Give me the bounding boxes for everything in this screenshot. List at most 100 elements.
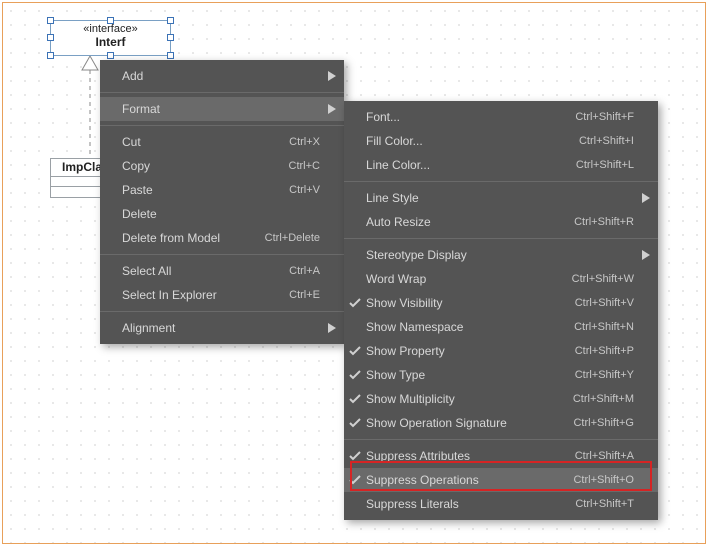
menu-item-add[interactable]: Add — [100, 64, 344, 88]
menu-label: Select All — [122, 264, 275, 278]
menu-hotkey: Ctrl+Shift+W — [558, 273, 634, 285]
submenu-arrow-icon — [634, 250, 650, 260]
menu-label: Suppress Literals — [366, 497, 561, 511]
menu-separator — [100, 311, 344, 312]
menu-item-show-property[interactable]: Show Property Ctrl+Shift+P — [344, 339, 658, 363]
resize-handle-tl[interactable] — [47, 17, 54, 24]
menu-hotkey: Ctrl+Shift+P — [561, 345, 634, 357]
menu-label: Word Wrap — [366, 272, 558, 286]
menu-item-font[interactable]: Font... Ctrl+Shift+F — [344, 105, 658, 129]
menu-label: Delete — [122, 207, 306, 221]
menu-hotkey: Ctrl+Shift+T — [561, 498, 634, 510]
menu-label: Stereotype Display — [366, 248, 620, 262]
menu-hotkey: Ctrl+Shift+I — [565, 135, 634, 147]
resize-handle-ml[interactable] — [47, 34, 54, 41]
resize-handle-br[interactable] — [167, 52, 174, 59]
menu-separator — [344, 238, 658, 239]
menu-label: Copy — [122, 159, 275, 173]
uml-interface-name: Interf — [55, 35, 166, 49]
menu-label: Show Visibility — [366, 296, 561, 310]
menu-item-show-namespace[interactable]: Show Namespace Ctrl+Shift+N — [344, 315, 658, 339]
menu-item-suppress-attributes[interactable]: Suppress Attributes Ctrl+Shift+A — [344, 444, 658, 468]
menu-item-line-style[interactable]: Line Style — [344, 186, 658, 210]
menu-label: Alignment — [122, 321, 306, 335]
menu-item-line-color[interactable]: Line Color... Ctrl+Shift+L — [344, 153, 658, 177]
uml-interface-element[interactable]: «interface» Interf — [50, 20, 171, 56]
menu-label: Line Style — [366, 191, 620, 205]
menu-label: Delete from Model — [122, 231, 251, 245]
menu-label: Font... — [366, 110, 561, 124]
menu-item-suppress-literals[interactable]: Suppress Literals Ctrl+Shift+T — [344, 492, 658, 516]
menu-label: Show Type — [366, 368, 561, 382]
menu-hotkey: Ctrl+Shift+O — [559, 474, 634, 486]
menu-label: Cut — [122, 135, 275, 149]
resize-handle-bl[interactable] — [47, 52, 54, 59]
menu-separator — [344, 439, 658, 440]
menu-hotkey: Ctrl+Shift+Y — [561, 369, 634, 381]
submenu-arrow-icon — [320, 71, 336, 81]
check-icon — [344, 394, 366, 404]
resize-handle-tm[interactable] — [107, 17, 114, 24]
menu-label: Format — [122, 102, 306, 116]
menu-item-format[interactable]: Format — [100, 97, 344, 121]
submenu-arrow-icon — [634, 193, 650, 203]
menu-item-show-visibility[interactable]: Show Visibility Ctrl+Shift+V — [344, 291, 658, 315]
menu-item-select-in-explorer[interactable]: Select In Explorer Ctrl+E — [100, 283, 344, 307]
menu-hotkey: Ctrl+Shift+G — [559, 417, 634, 429]
resize-handle-bm[interactable] — [107, 52, 114, 59]
menu-item-stereotype-display[interactable]: Stereotype Display — [344, 243, 658, 267]
menu-item-cut[interactable]: Cut Ctrl+X — [100, 130, 344, 154]
submenu-arrow-icon — [320, 104, 336, 114]
menu-separator — [344, 181, 658, 182]
menu-item-word-wrap[interactable]: Word Wrap Ctrl+Shift+W — [344, 267, 658, 291]
menu-item-delete-from-model[interactable]: Delete from Model Ctrl+Delete — [100, 226, 344, 250]
menu-item-show-operation-signature[interactable]: Show Operation Signature Ctrl+Shift+G — [344, 411, 658, 435]
menu-hotkey: Ctrl+Shift+R — [560, 216, 634, 228]
menu-separator — [100, 125, 344, 126]
context-menu: Add Format Cut Ctrl+X Copy Ctrl+C Paste … — [100, 60, 344, 344]
menu-item-show-type[interactable]: Show Type Ctrl+Shift+Y — [344, 363, 658, 387]
uml-interface-stereotype: «interface» — [55, 23, 166, 35]
menu-label: Show Multiplicity — [366, 392, 559, 406]
menu-hotkey: Ctrl+C — [275, 160, 320, 172]
menu-hotkey: Ctrl+V — [275, 184, 320, 196]
menu-hotkey: Ctrl+Shift+A — [561, 450, 634, 462]
resize-handle-tr[interactable] — [167, 17, 174, 24]
menu-label: Fill Color... — [366, 134, 565, 148]
submenu-arrow-icon — [320, 323, 336, 333]
menu-label: Line Color... — [366, 158, 562, 172]
menu-item-suppress-operations[interactable]: Suppress Operations Ctrl+Shift+O — [344, 468, 658, 492]
check-icon — [344, 418, 366, 428]
resize-handle-mr[interactable] — [167, 34, 174, 41]
menu-label: Show Operation Signature — [366, 416, 559, 430]
menu-label: Suppress Operations — [366, 473, 559, 487]
menu-hotkey: Ctrl+Shift+V — [561, 297, 634, 309]
menu-item-show-multiplicity[interactable]: Show Multiplicity Ctrl+Shift+M — [344, 387, 658, 411]
menu-label: Select In Explorer — [122, 288, 275, 302]
menu-hotkey: Ctrl+Delete — [251, 232, 320, 244]
menu-hotkey: Ctrl+Shift+L — [562, 159, 634, 171]
menu-label: Add — [122, 69, 306, 83]
check-icon — [344, 370, 366, 380]
menu-hotkey: Ctrl+Shift+M — [559, 393, 634, 405]
menu-label: Paste — [122, 183, 275, 197]
menu-item-auto-resize[interactable]: Auto Resize Ctrl+Shift+R — [344, 210, 658, 234]
menu-item-copy[interactable]: Copy Ctrl+C — [100, 154, 344, 178]
check-icon — [344, 346, 366, 356]
menu-hotkey: Ctrl+A — [275, 265, 320, 277]
menu-label: Show Namespace — [366, 320, 560, 334]
menu-label: Auto Resize — [366, 215, 560, 229]
check-icon — [344, 475, 366, 485]
menu-separator — [100, 254, 344, 255]
menu-separator — [100, 92, 344, 93]
menu-item-delete[interactable]: Delete — [100, 202, 344, 226]
check-icon — [344, 451, 366, 461]
menu-item-select-all[interactable]: Select All Ctrl+A — [100, 259, 344, 283]
menu-hotkey: Ctrl+X — [275, 136, 320, 148]
menu-item-fill-color[interactable]: Fill Color... Ctrl+Shift+I — [344, 129, 658, 153]
menu-item-paste[interactable]: Paste Ctrl+V — [100, 178, 344, 202]
check-icon — [344, 298, 366, 308]
menu-hotkey: Ctrl+E — [275, 289, 320, 301]
menu-item-alignment[interactable]: Alignment — [100, 316, 344, 340]
menu-label: Suppress Attributes — [366, 449, 561, 463]
